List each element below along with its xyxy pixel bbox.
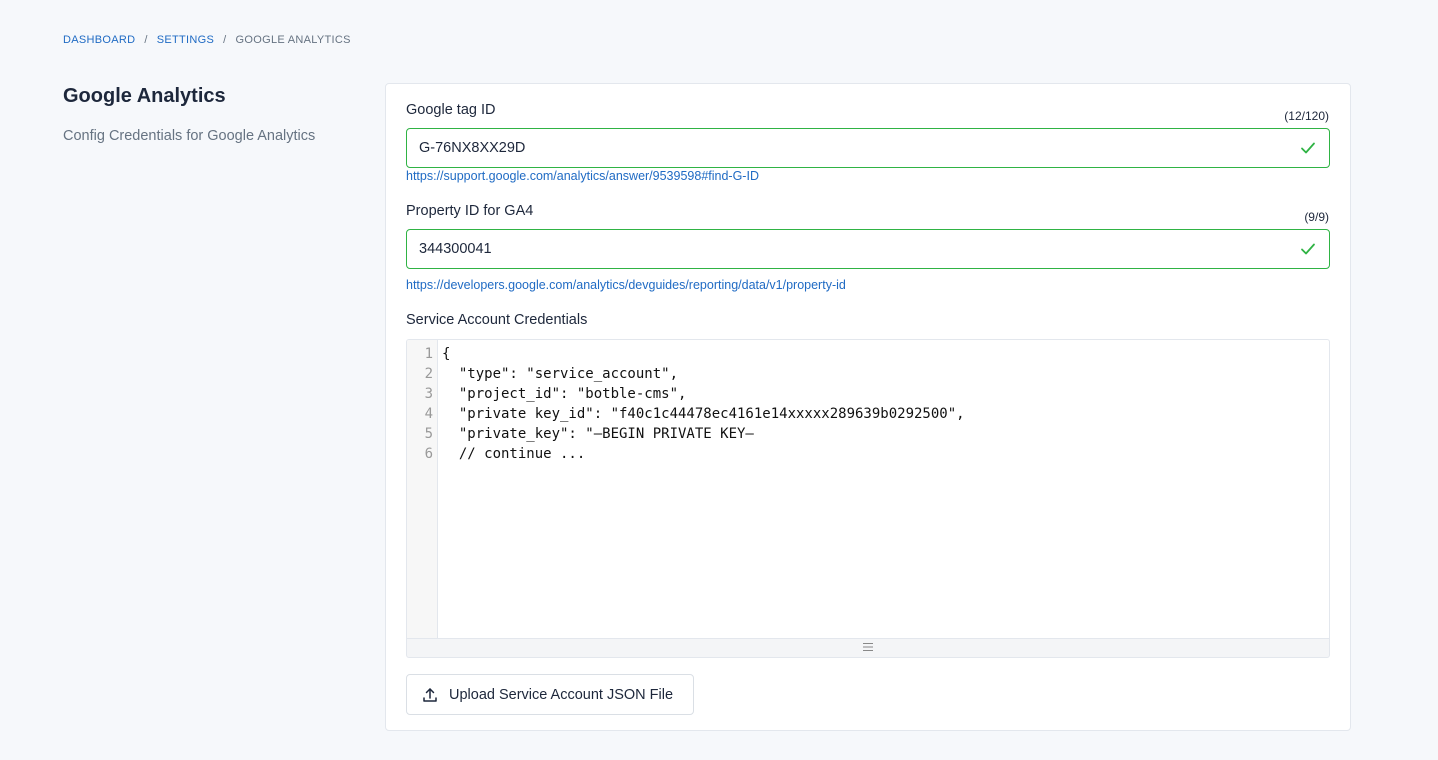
property-id-help-link[interactable]: https://developers.google.com/analytics/… (406, 278, 846, 292)
code-line: "private_key": "—BEGIN PRIVATE KEY— (442, 426, 754, 442)
property-id-field (406, 229, 1330, 269)
line-number: 6 (424, 446, 433, 462)
section-description: Config Credentials for Google Analytics (63, 128, 316, 144)
property-id-counter: (9/9) (1304, 210, 1329, 224)
check-icon (1299, 139, 1317, 157)
breadcrumb: DASHBOARD / SETTINGS / GOOGLE ANALYTICS (63, 34, 351, 46)
tag-id-input[interactable] (419, 140, 1299, 156)
credentials-code-editor[interactable]: 1 2 3 4 5 6 { "type": "service_account",… (406, 339, 1330, 639)
breadcrumb-dashboard[interactable]: DASHBOARD (63, 34, 135, 46)
tag-id-label: Google tag ID (406, 102, 496, 118)
settings-card: Google tag ID (12/120) https://support.g… (385, 83, 1351, 731)
property-id-input[interactable] (419, 241, 1299, 257)
editor-resize-handle[interactable] (406, 638, 1330, 658)
code-line: // continue ... (442, 446, 586, 462)
line-number: 2 (424, 366, 433, 382)
breadcrumb-separator: / (144, 34, 148, 46)
breadcrumb-current: GOOGLE ANALYTICS (235, 34, 351, 46)
credentials-label: Service Account Credentials (406, 312, 588, 328)
tag-id-field (406, 128, 1330, 168)
code-line: "type": "service_account", (442, 366, 679, 382)
upload-json-button[interactable]: Upload Service Account JSON File (406, 674, 694, 715)
line-number-gutter: 1 2 3 4 5 6 (407, 340, 438, 638)
line-number: 1 (424, 346, 433, 362)
code-line: "project_id": "botble-cms", (442, 386, 687, 402)
line-number: 3 (424, 386, 433, 402)
line-number: 5 (424, 426, 433, 442)
property-id-label: Property ID for GA4 (406, 203, 534, 219)
line-number: 4 (424, 406, 433, 422)
breadcrumb-separator: / (223, 34, 227, 46)
upload-button-label: Upload Service Account JSON File (449, 686, 674, 703)
upload-icon (421, 686, 439, 704)
check-icon (1299, 240, 1317, 258)
tag-id-counter: (12/120) (1284, 109, 1329, 123)
breadcrumb-settings[interactable]: SETTINGS (157, 34, 214, 46)
code-content[interactable]: { "type": "service_account", "project_id… (438, 340, 965, 638)
settings-page: DASHBOARD / SETTINGS / GOOGLE ANALYTICS … (0, 0, 1438, 760)
code-line: "private key_id": "f40c1c44478ec4161e14x… (442, 406, 965, 422)
drag-handle-icon (862, 639, 874, 657)
tag-id-help-link[interactable]: https://support.google.com/analytics/ans… (406, 169, 759, 183)
code-line: { (442, 346, 451, 362)
section-title: Google Analytics (63, 85, 226, 107)
